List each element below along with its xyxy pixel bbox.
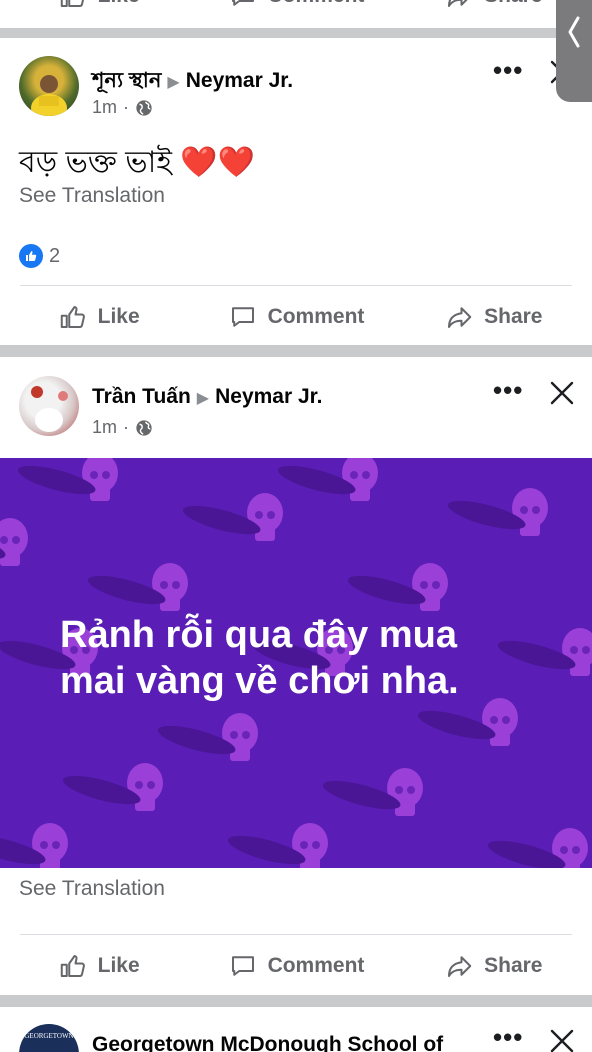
- like-label: Like: [98, 0, 140, 8]
- avatar[interactable]: [19, 56, 79, 116]
- target-page-name[interactable]: Neymar Jr.: [215, 385, 322, 408]
- see-translation-link[interactable]: See Translation: [19, 877, 165, 901]
- reaction-count: 2: [49, 244, 61, 267]
- chevron-left-icon: [568, 16, 580, 48]
- comment-icon: [231, 956, 254, 976]
- feed-page: Like Comment Share শূন্য স্থান ▶ Neymar Jr…: [0, 0, 592, 1052]
- post-time[interactable]: 1m: [92, 417, 117, 438]
- post-time[interactable]: 1m: [92, 97, 117, 118]
- post-divider: [20, 285, 572, 286]
- side-panel-tab[interactable]: [556, 0, 592, 102]
- share-icon: [448, 956, 472, 977]
- close-icon[interactable]: [548, 379, 576, 407]
- arrow-right-icon: ▶: [167, 74, 180, 91]
- like-label: Like: [97, 954, 140, 977]
- post2-action-bar: Like Comment Share: [0, 936, 592, 996]
- close-icon[interactable]: [548, 1027, 576, 1052]
- comment-button[interactable]: Comment: [197, 0, 394, 11]
- share-label: Share: [484, 305, 543, 328]
- post-meta: 1m ·: [92, 97, 153, 118]
- like-button[interactable]: Like: [0, 0, 197, 11]
- comment-button[interactable]: Comment: [197, 302, 394, 332]
- comment-label: Comment: [268, 0, 365, 8]
- share-icon: [448, 307, 472, 328]
- target-page-name[interactable]: Neymar Jr.: [186, 69, 293, 92]
- comment-label: Comment: [267, 305, 365, 328]
- share-label: Share: [484, 954, 543, 977]
- reaction-summary[interactable]: 2: [19, 244, 60, 268]
- thumbs-up-icon: [60, 955, 85, 977]
- like-button[interactable]: Like: [0, 951, 197, 981]
- avatar[interactable]: [19, 376, 79, 436]
- more-icon[interactable]: •••: [493, 375, 523, 406]
- see-translation-link[interactable]: See Translation: [19, 184, 165, 208]
- author-name[interactable]: Trần Tuấn: [92, 385, 191, 408]
- share-icon: [448, 0, 468, 7]
- share-button[interactable]: Share: [395, 951, 592, 981]
- thumbs-up-icon: [60, 0, 84, 7]
- post-author-name[interactable]: Georgetown McDonough School of: [92, 1033, 443, 1052]
- meta-separator: ·: [123, 97, 130, 117]
- avatar-logo-text: GEORGETOWN: [24, 1032, 74, 1040]
- more-icon[interactable]: •••: [493, 1022, 523, 1052]
- post-body-line-2: mai vàng về chơi nha.: [60, 660, 459, 702]
- previous-post-action-bar: Like Comment Share: [0, 0, 592, 26]
- globe-icon: [136, 99, 152, 116]
- like-reaction-icon: [19, 244, 43, 268]
- post-body-line-1: Rảnh rỗi qua đây mua: [60, 614, 457, 656]
- like-label: Like: [97, 305, 140, 328]
- comment-icon: [231, 0, 254, 6]
- post-author-line: শূন্য স্থান ▶ Neymar Jr.: [92, 64, 293, 99]
- share-label: Share: [484, 0, 542, 8]
- post-author-line: Trần Tuấn ▶ Neymar Jr.: [92, 385, 323, 409]
- comment-button[interactable]: Comment: [197, 951, 394, 981]
- previous-post-card: Like Comment Share: [0, 0, 592, 28]
- post-body-text: Rảnh rỗi qua đây mua mai vàng về chơi nh…: [60, 612, 560, 704]
- more-icon[interactable]: •••: [493, 55, 523, 86]
- post-meta: 1m ·: [92, 417, 153, 438]
- comment-label: Comment: [267, 954, 365, 977]
- author-name[interactable]: শূন্য স্থান: [92, 69, 161, 92]
- like-button[interactable]: Like: [0, 302, 197, 332]
- post1-action-bar: Like Comment Share: [0, 287, 592, 347]
- thumbs-up-icon: [60, 306, 85, 328]
- meta-separator: ·: [123, 417, 130, 437]
- globe-icon: [136, 419, 152, 436]
- arrow-right-icon: ▶: [196, 390, 210, 407]
- share-button[interactable]: Share: [395, 302, 592, 332]
- post-divider: [20, 934, 572, 935]
- post-body-text: বড় ভক্ত ভাই ❤️❤️: [19, 146, 255, 179]
- comment-icon: [231, 307, 254, 327]
